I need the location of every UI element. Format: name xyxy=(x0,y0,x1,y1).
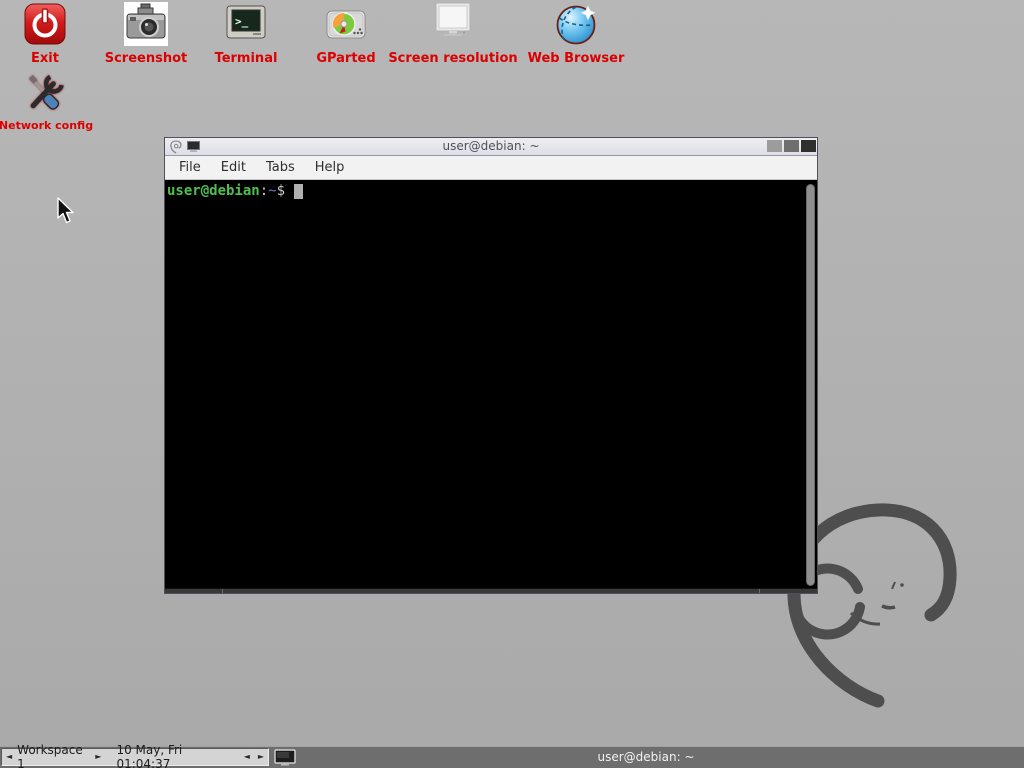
prompt-user-host: user@debian xyxy=(167,183,260,199)
icon-label: Screen resolution xyxy=(388,51,517,66)
close-button[interactable] xyxy=(801,140,816,152)
terminal-window: user@debian: ~ File Edit Tabs Help user@… xyxy=(164,137,818,594)
menu-file[interactable]: File xyxy=(169,158,211,177)
desktop-icon-screenshot[interactable]: Screenshot xyxy=(96,2,196,66)
icon-label: Screenshot xyxy=(105,51,188,66)
window-cycle-prev-button[interactable]: ◄ xyxy=(240,749,254,765)
menu-tabs[interactable]: Tabs xyxy=(256,158,305,177)
icon-label: Terminal xyxy=(215,51,278,66)
camera-icon xyxy=(124,2,168,46)
terminal-scrollbar[interactable] xyxy=(805,183,816,587)
desktop-icon-web-browser[interactable]: Web Browser xyxy=(506,2,646,66)
workspace-prev-button[interactable]: ◄ xyxy=(2,749,16,765)
window-cycle-next-button[interactable]: ► xyxy=(254,749,268,765)
icon-label: GParted xyxy=(316,51,375,66)
desktop-icon-network-config[interactable]: Network config xyxy=(0,70,92,132)
workspace-next-button[interactable]: ► xyxy=(91,749,105,765)
shell-prompt: user@debian:~$ xyxy=(165,180,817,199)
resize-grip-left[interactable] xyxy=(165,589,223,593)
monitor-icon xyxy=(431,2,475,46)
globe-icon xyxy=(554,2,598,46)
text-cursor xyxy=(294,184,303,199)
desktop-icon-screen-resolution[interactable]: Screen resolution xyxy=(383,2,523,66)
task-button-terminal[interactable]: user@debian: ~ xyxy=(270,748,1022,767)
tools-icon xyxy=(24,70,68,114)
power-icon xyxy=(23,2,67,46)
menu-help[interactable]: Help xyxy=(305,158,355,177)
clock: 10 May, Fri 01:04:37 xyxy=(116,743,233,768)
task-button-label: user@debian: ~ xyxy=(270,748,1022,767)
scrollbar-thumb[interactable] xyxy=(806,184,815,586)
crt-terminal-icon: >_ xyxy=(224,2,268,46)
maximize-button[interactable] xyxy=(784,140,799,152)
desktop-icon-gparted[interactable]: GParted xyxy=(296,2,396,66)
icon-label: Web Browser xyxy=(528,51,625,66)
menubar: File Edit Tabs Help xyxy=(165,156,817,180)
prompt-path: ~ xyxy=(268,183,276,199)
resize-grip-right[interactable] xyxy=(759,589,817,593)
desktop-icon-terminal[interactable]: >_ Terminal xyxy=(196,2,296,66)
desktop: Exit Screenshot >_ Terminal xyxy=(0,0,1024,768)
titlebar[interactable]: user@debian: ~ xyxy=(165,138,817,156)
taskbar-pager-panel: ◄ Workspace 1 ► 10 May, Fri 01:04:37 ◄ ► xyxy=(1,748,269,766)
terminal-content[interactable]: user@debian:~$ xyxy=(165,180,817,589)
icon-label: Exit xyxy=(31,51,59,66)
taskbar: ◄ Workspace 1 ► 10 May, Fri 01:04:37 ◄ ►… xyxy=(0,746,1024,768)
icon-label: Network config xyxy=(0,119,93,132)
svg-text:>_: >_ xyxy=(235,15,249,28)
disk-partition-icon xyxy=(324,2,368,46)
menu-edit[interactable]: Edit xyxy=(211,158,256,177)
desktop-icon-exit[interactable]: Exit xyxy=(5,2,85,66)
window-resize-handle[interactable] xyxy=(165,588,817,593)
workspace-label: Workspace 1 xyxy=(16,743,91,768)
mouse-cursor xyxy=(57,197,77,225)
minimize-button[interactable] xyxy=(767,140,782,152)
window-title: user@debian: ~ xyxy=(165,138,817,155)
